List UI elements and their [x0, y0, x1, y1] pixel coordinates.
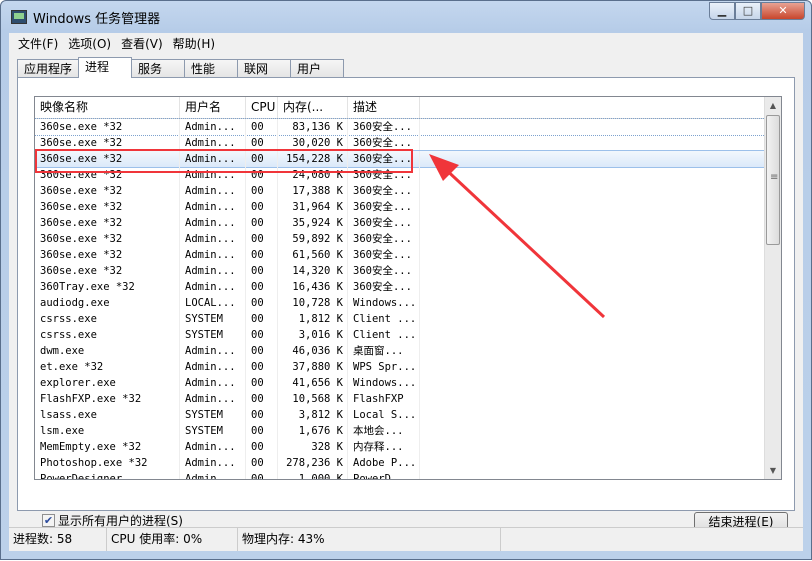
highlight-rectangle — [35, 149, 413, 173]
annotation-arrow — [439, 163, 606, 319]
task-manager-window: Windows 任务管理器 ▁ □ ✕ 文件(F) 选项(O) 查看(V) 帮助… — [0, 0, 812, 560]
tab-processes[interactable]: 进程 — [78, 57, 133, 78]
annotation-overlay — [35, 149, 606, 319]
